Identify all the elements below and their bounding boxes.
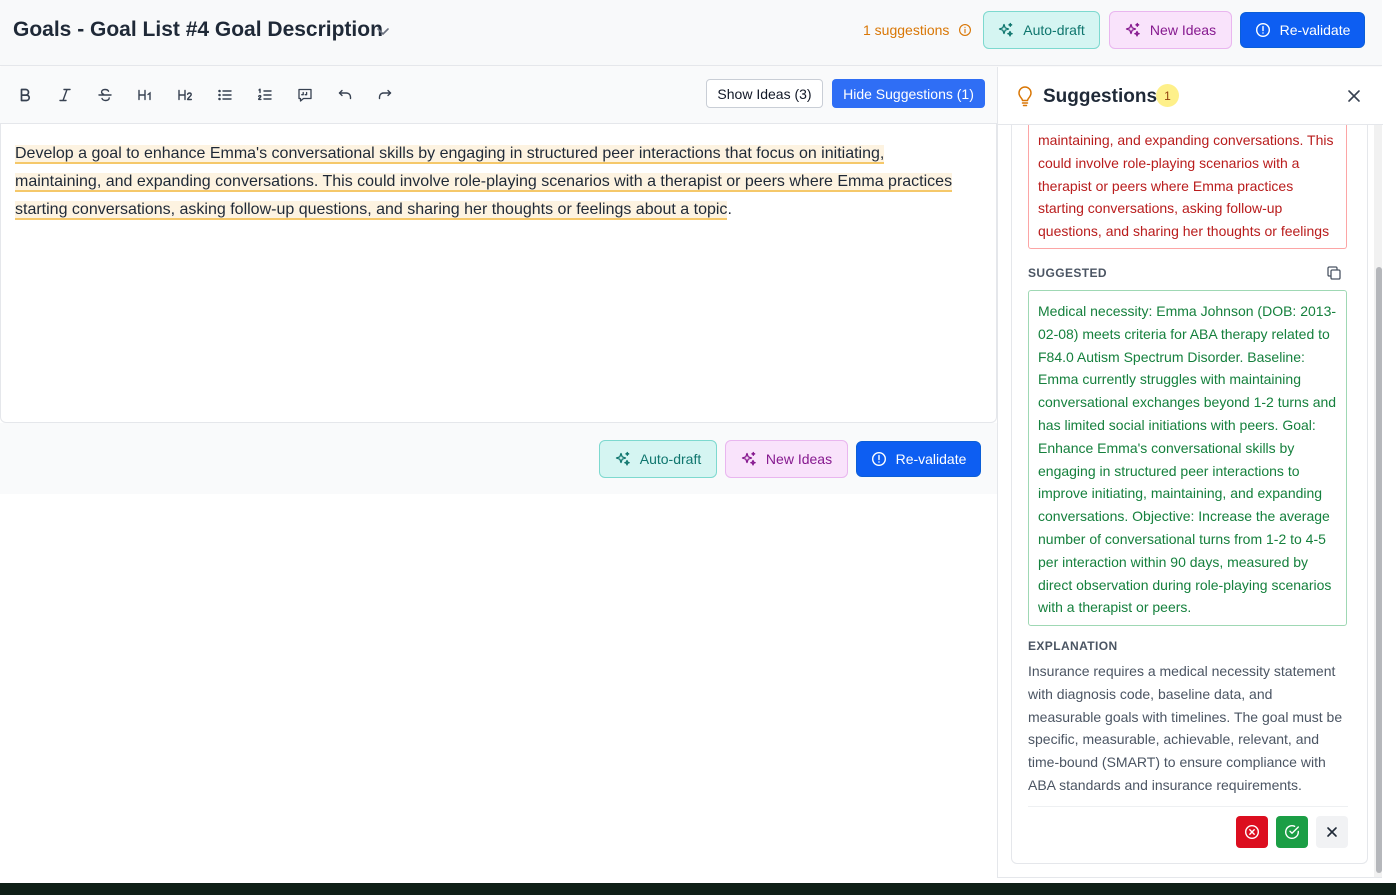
copy-icon[interactable] xyxy=(1326,265,1342,281)
suggestion-count: 1 suggestions xyxy=(863,22,950,38)
redo-icon xyxy=(378,89,392,100)
suggestions-count-badge: 1 xyxy=(1156,84,1179,107)
new-ideas-button[interactable]: New Ideas xyxy=(725,440,848,478)
check-circle-icon xyxy=(1285,825,1300,840)
chevron-down-icon[interactable] xyxy=(373,21,393,41)
sparkles-icon xyxy=(741,451,756,466)
header-new-ideas-button[interactable]: New Ideas xyxy=(1109,11,1232,49)
bold-icon xyxy=(20,88,30,102)
revalidate-label: Re-validate xyxy=(1279,22,1351,38)
new-ideas-label: New Ideas xyxy=(1149,22,1217,38)
original-text-box: maintaining, and expanding conversations… xyxy=(1028,125,1347,249)
italic-icon xyxy=(59,88,71,102)
autodraft-label: Auto-draft xyxy=(1023,22,1085,38)
alert-circle-icon xyxy=(871,451,886,467)
accept-suggestion-button[interactable] xyxy=(1276,816,1308,848)
explanation-text: Insurance requires a medical necessity s… xyxy=(1028,663,1343,793)
h1-icon xyxy=(138,89,151,101)
heading1-button[interactable] xyxy=(134,84,156,106)
h2-icon xyxy=(178,89,192,101)
explanation-label: EXPLANATION xyxy=(1028,639,1118,653)
italic-button[interactable] xyxy=(54,84,76,106)
lightbulb-icon xyxy=(1018,86,1032,107)
editor-toolbar: Show Ideas (3) Hide Suggestions (1) xyxy=(0,67,997,124)
info-icon xyxy=(959,24,971,36)
quote-icon xyxy=(298,88,312,102)
editor-action-bar: Auto-draft New Ideas Re-validate xyxy=(0,423,997,494)
ordered-list-button[interactable] xyxy=(254,84,276,106)
dismiss-suggestion-button[interactable] xyxy=(1316,816,1348,848)
sparkles-icon xyxy=(999,22,1014,37)
undo-icon xyxy=(338,89,352,100)
bullet-list-button[interactable] xyxy=(214,84,236,106)
editor-content[interactable]: Develop a goal to enhance Emma's convers… xyxy=(15,140,965,224)
undo-button[interactable] xyxy=(334,84,356,106)
window-edge xyxy=(1382,0,1396,895)
new-ideas-label: New Ideas xyxy=(765,451,833,467)
autodraft-label: Auto-draft xyxy=(639,451,702,467)
suggestions-panel: Suggestions 1 maintaining, and expanding… xyxy=(997,67,1383,895)
revalidate-button[interactable]: Re-validate xyxy=(856,441,981,477)
editor-area[interactable]: Develop a goal to enhance Emma's convers… xyxy=(0,124,997,423)
autodraft-button[interactable]: Auto-draft xyxy=(599,440,717,478)
suggestion-card: maintaining, and expanding conversations… xyxy=(1011,125,1368,864)
app: Goals - Goal List #4 Goal Description 1 … xyxy=(0,0,1396,895)
strikethrough-button[interactable] xyxy=(94,84,116,106)
reject-suggestion-button[interactable] xyxy=(1236,816,1268,848)
trailing-punctuation: . xyxy=(727,201,732,218)
ordered-list-icon xyxy=(258,88,272,101)
page-title: Goals - Goal List #4 Goal Description xyxy=(13,18,383,41)
sparkles-icon xyxy=(615,451,630,466)
sparkles-icon xyxy=(1125,22,1140,37)
bold-button[interactable] xyxy=(14,84,36,106)
revalidate-label: Re-validate xyxy=(895,451,967,467)
bottom-bar xyxy=(0,883,1396,895)
suggested-text-box: Medical necessity: Emma Johnson (DOB: 20… xyxy=(1028,290,1347,626)
suggestions-panel-header: Suggestions 1 xyxy=(998,67,1383,125)
x-icon xyxy=(1327,827,1337,837)
card-divider xyxy=(1028,806,1348,807)
suggestions-title: Suggestions xyxy=(1043,86,1158,107)
strikethrough-icon xyxy=(98,88,112,102)
heading2-button[interactable] xyxy=(174,84,196,106)
bullet-list-icon xyxy=(218,89,232,101)
quote-button[interactable] xyxy=(294,84,316,106)
suggested-label: SUGGESTED xyxy=(1028,266,1107,280)
header-revalidate-button[interactable]: Re-validate xyxy=(1240,12,1365,48)
highlighted-text[interactable]: Develop a goal to enhance Emma's convers… xyxy=(15,145,953,220)
header-autodraft-button[interactable]: Auto-draft xyxy=(983,11,1100,49)
close-icon[interactable] xyxy=(1345,87,1363,105)
redo-button[interactable] xyxy=(374,84,396,106)
x-circle-icon xyxy=(1244,824,1260,840)
alert-circle-icon xyxy=(1255,22,1270,38)
hide-suggestions-button[interactable]: Hide Suggestions (1) xyxy=(832,79,985,108)
header: Goals - Goal List #4 Goal Description 1 … xyxy=(0,0,1382,66)
show-ideas-button[interactable]: Show Ideas (3) xyxy=(706,79,823,108)
